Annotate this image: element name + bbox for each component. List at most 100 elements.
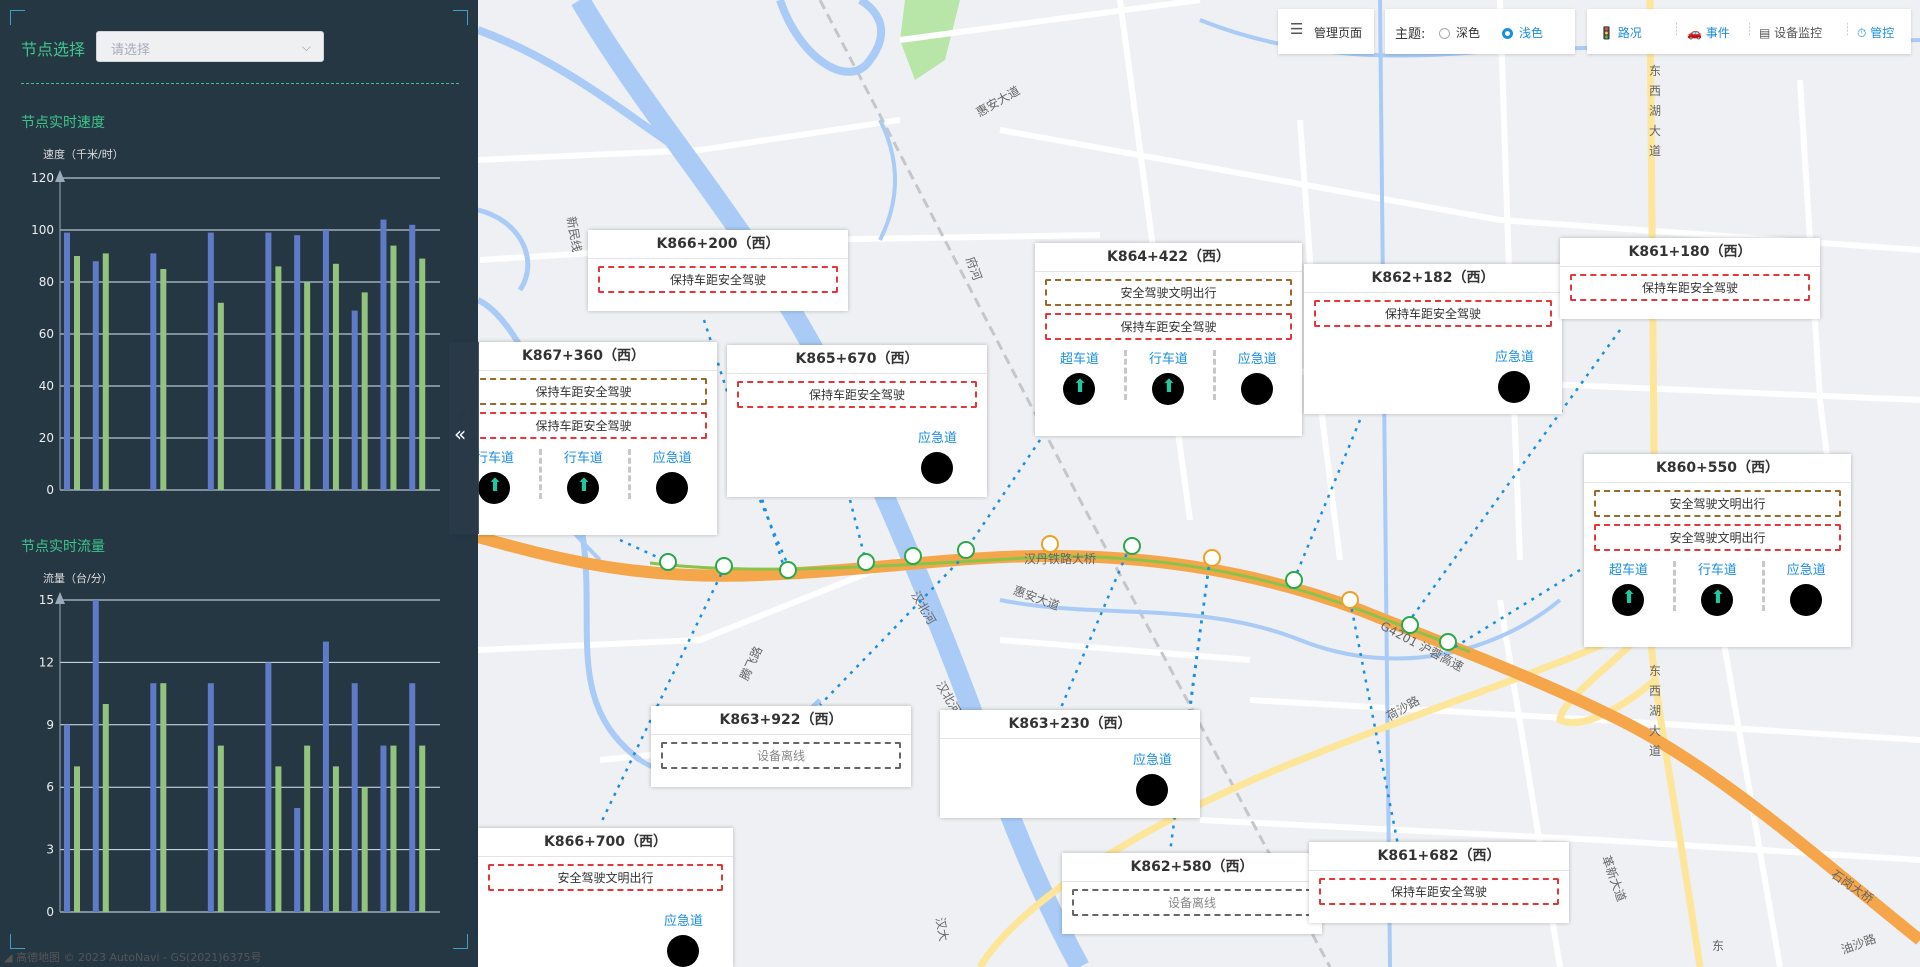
node-card[interactable]: K863+922（西） 设备离线 — [651, 706, 911, 787]
control-button[interactable]: ⏱ 管控 — [1857, 24, 1894, 41]
toolbar-divider: ┊ — [1746, 22, 1754, 36]
theme-label: 主题: — [1395, 27, 1426, 42]
lane-item: 行车道 ⬆ — [538, 447, 628, 504]
lane-signal: ⬆ — [567, 472, 600, 504]
y-tick-label: 120 — [31, 171, 54, 185]
layer-toolbar: 🚦 路况 ┊ 🚗 事件 ┊ ▤ 设备监控 ┊ ⏱ 管控 — [1587, 9, 1911, 54]
lane-signal — [667, 935, 700, 967]
chart-bar — [217, 745, 224, 912]
map-label: 道 — [1649, 144, 1661, 158]
collapse-icon: « — [454, 422, 467, 446]
theme-switch: 主题: 深色 浅色 — [1385, 9, 1575, 54]
card-message: 安全驾驶文明出行 — [1045, 279, 1292, 306]
lane-status: 行车道 ⬆ 行车道 ⬆ 应急道 — [450, 447, 717, 504]
chart-bar — [332, 263, 339, 490]
lane-label: 应急道 — [663, 914, 703, 929]
lane-label: 超车道 — [1059, 352, 1099, 367]
map-label: 东 — [1649, 64, 1661, 78]
node-card[interactable]: K867+360（西） 保持车距安全驾驶 保持车距安全驾驶 行车道 ⬆ 行车道 ⬆ … — [450, 342, 717, 535]
chart-bar — [150, 683, 157, 912]
device-monitor-button[interactable]: ▤ 设备监控 — [1759, 24, 1822, 41]
panel-corner — [10, 934, 25, 949]
lane-signal — [1790, 584, 1823, 616]
y-tick-label: 9 — [46, 718, 54, 732]
event-button[interactable]: 🚗 事件 — [1687, 24, 1730, 41]
lane-label: 行车道 — [1148, 352, 1188, 367]
chart-bar — [419, 745, 426, 912]
chart-bar — [64, 724, 70, 912]
node-card[interactable]: K863+230（西） 应急道 — [940, 710, 1200, 818]
node-card[interactable]: K864+422（西） 安全驾驶文明出行 保持车距安全驾驶 超车道 ⬆ 行车道 ⬆ … — [1035, 243, 1302, 436]
chart-bar — [207, 232, 214, 490]
lane-signal — [1241, 373, 1274, 405]
y-tick-label: 80 — [39, 275, 54, 289]
node-card[interactable]: K861+180（西） 保持车距安全驾驶 — [1560, 238, 1820, 319]
lane-status: 超车道 ⬆ 行车道 ⬆ 应急道 — [1035, 348, 1302, 405]
panel-corner — [453, 10, 468, 25]
chart-bar — [64, 232, 70, 490]
lane-signal: ⬆ — [1612, 584, 1645, 616]
y-tick-label: 100 — [31, 223, 54, 237]
toolbar-divider: ┊ — [1673, 22, 1681, 36]
node-card[interactable]: K866+200（西） 保持车距安全驾驶 — [588, 230, 848, 311]
lane-label: 应急道 — [652, 451, 692, 466]
lane-signal: ⬆ — [1063, 373, 1096, 405]
node-card[interactable]: K862+580（西） 设备离线 — [1062, 853, 1322, 934]
lane-label: 行车道 — [1697, 563, 1737, 578]
road-status-button[interactable]: 🚦 路况 — [1599, 24, 1642, 41]
control-label: 管控 — [1870, 26, 1895, 40]
node-card[interactable]: K866+700（西） 安全驾驶文明出行 应急道 — [478, 828, 733, 967]
chart-bar — [217, 302, 224, 490]
node-card[interactable]: K865+670（西） 保持车距安全驾驶 应急道 — [727, 345, 987, 497]
card-title: K864+422（西） — [1035, 243, 1302, 272]
lane-label: 超车道 — [1608, 563, 1648, 578]
card-title: K867+360（西） — [450, 342, 717, 371]
lane-item: 行车道 ⬆ — [1672, 559, 1762, 616]
chart-bar — [92, 600, 99, 912]
theme-dark-option[interactable]: 深色 — [1439, 24, 1480, 41]
chevron-down-icon: ⌵ — [301, 40, 311, 54]
card-title: K861+180（西） — [1560, 238, 1820, 267]
y-axis-arrow-icon — [55, 170, 65, 182]
card-message: 保持车距安全驾驶 — [460, 378, 707, 405]
y-tick-label: 0 — [46, 483, 54, 497]
map-label: 湖 — [1649, 703, 1661, 718]
chart-bar — [304, 745, 311, 912]
lane-item: 应急道 — [1761, 559, 1851, 616]
lane-label: 应急道 — [917, 431, 957, 446]
node-card[interactable]: K862+182（西） 保持车距安全驾驶 应急道 — [1304, 264, 1562, 414]
manage-page-button[interactable]: ☰ 管理页面 — [1278, 9, 1374, 54]
node-card[interactable]: K861+682（西） 保持车距安全驾驶 — [1309, 842, 1569, 923]
lane-item: 行车道 ⬆ — [1123, 348, 1213, 405]
lane-label: 应急道 — [1786, 563, 1826, 578]
y-tick-label: 0 — [46, 905, 54, 919]
card-message: 保持车距安全驾驶 — [1319, 878, 1559, 905]
card-message: 保持车距安全驾驶 — [598, 266, 838, 293]
theme-light-option[interactable]: 浅色 — [1502, 24, 1543, 41]
event-label: 事件 — [1705, 26, 1730, 40]
lane-signal: ⬆ — [478, 472, 511, 504]
node-card[interactable]: K860+550（西） 安全驾驶文明出行 安全驾驶文明出行 超车道 ⬆ 行车道 ⬆ … — [1584, 454, 1851, 647]
list-icon: ☰ — [1290, 20, 1304, 38]
chart-bar — [92, 261, 99, 490]
card-message: 保持车距安全驾驶 — [737, 381, 977, 408]
lane-label: 应急道 — [1494, 350, 1534, 365]
chart-bar — [390, 245, 397, 490]
chart-bar — [419, 258, 426, 490]
card-title: K866+200（西） — [588, 230, 848, 259]
y-tick-label: 12 — [39, 655, 54, 669]
car-crash-icon: 🚗 — [1687, 26, 1702, 40]
timer-icon: ⏱ — [1857, 26, 1867, 40]
node-select[interactable]: 请选择 ⌵ — [96, 31, 324, 62]
lane-signal: ⬆ — [1701, 584, 1734, 616]
y-tick-label: 15 — [39, 593, 54, 607]
map-label: 湖 — [1649, 103, 1661, 118]
chart-bar — [102, 704, 109, 912]
chart-bar — [332, 766, 339, 912]
card-message: 保持车距安全驾驶 — [1570, 274, 1810, 301]
collapse-panel-button[interactable]: « — [449, 342, 479, 534]
card-message: 保持车距安全驾驶 — [1045, 313, 1292, 340]
arrow-up-icon: ⬆ — [1072, 376, 1088, 397]
lane-status: 超车道 ⬆ 行车道 ⬆ 应急道 — [1584, 559, 1851, 616]
lane-signal — [1498, 371, 1531, 403]
